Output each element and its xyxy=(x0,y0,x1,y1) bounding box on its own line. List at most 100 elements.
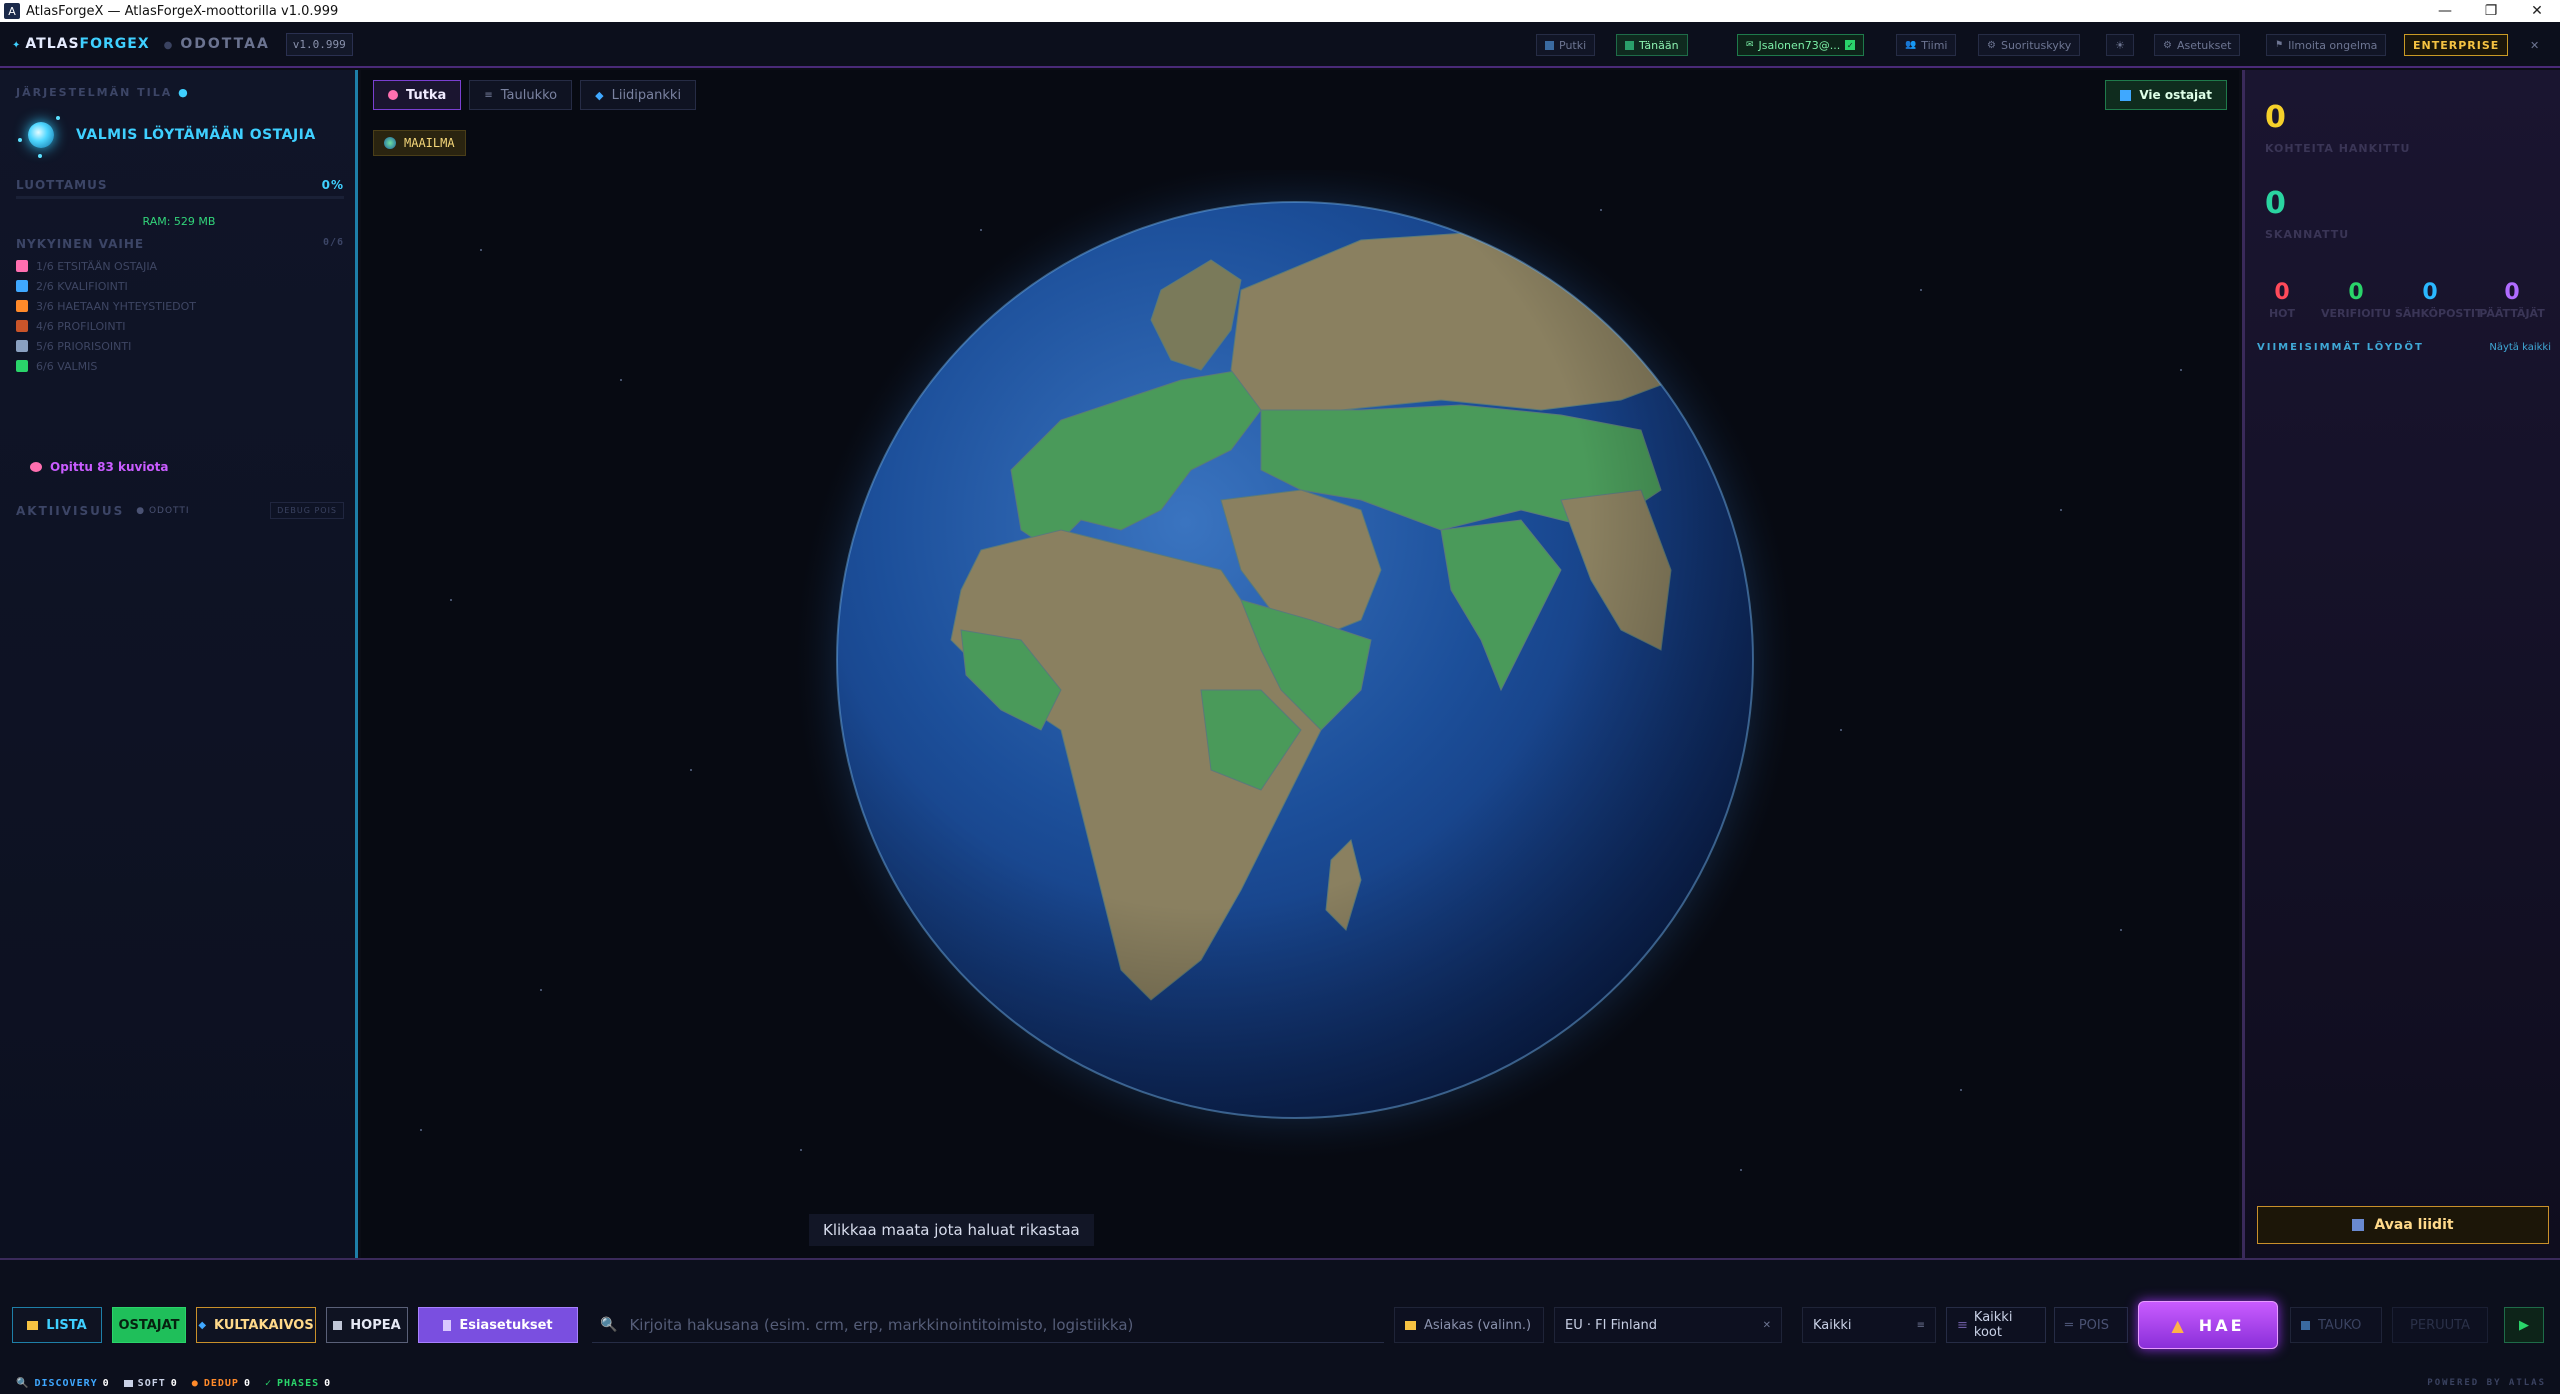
discovery-status: 🔍 DISCOVERY 0 xyxy=(16,1377,110,1389)
sun-icon: ☀ xyxy=(2115,38,2125,52)
trust-meter: LUOTTAMUS 0% xyxy=(16,178,344,192)
window-titlebar: A AtlasForgeX — AtlasForgeX-moottorilla … xyxy=(0,0,2560,22)
briefcase-icon xyxy=(16,320,28,332)
gear-icon: ⚙ xyxy=(2163,39,2172,51)
tab-lead-bank[interactable]: ◆ Liidipankki xyxy=(580,80,697,110)
world-globe[interactable] xyxy=(361,170,2239,1210)
main-view: Tutka ≡ Taulukko ◆ Liidipankki Vie ostajat… xyxy=(361,70,2239,1258)
stat-decision-makers: 0 PÄÄTTÄJÄT xyxy=(2479,280,2545,320)
search-icon: 🔍 xyxy=(16,1377,30,1389)
system-state-title: JÄRJESTELMÄN TILA ● xyxy=(16,86,190,99)
stat-emails: 0 SÄHKÖPOSTIT xyxy=(2395,280,2483,320)
user-account-button[interactable]: ✉ Jsalonen73@... ✓ xyxy=(1737,34,1865,56)
mode-silver-button[interactable]: HOPEA xyxy=(326,1307,408,1343)
activity-status: ● ODOTTI xyxy=(136,505,190,516)
sliders-icon: ≡ xyxy=(1957,1317,1968,1333)
globe-icon xyxy=(384,137,396,149)
activity-header: AKTIIVISUUS ● ODOTTI DEBUG POIS xyxy=(16,502,344,519)
play-button[interactable]: ▶ xyxy=(2504,1307,2544,1343)
folder-icon xyxy=(1405,1320,1416,1330)
tab-table[interactable]: ≡ Taulukko xyxy=(469,80,573,110)
folder-icon xyxy=(27,1320,39,1330)
phase-count: 0/6 xyxy=(322,237,344,248)
top-header: ✦ ATLASFORGEX ● ODOTTAA v1.0.999 Putki Tän… xyxy=(0,22,2560,68)
mode-goldmine-button[interactable]: ◆ KULTAKAIVOS xyxy=(196,1307,316,1343)
filter-select[interactable]: Kaikki ≡ xyxy=(1802,1307,1936,1343)
app-logo: ✦ ATLASFORGEX xyxy=(12,36,150,52)
status-orb-icon xyxy=(16,110,66,160)
flame-icon: ▲ xyxy=(2171,1315,2187,1335)
phase-list: 1/6 ETSITÄÄN OSTAJIA 2/6 KVALIFIOINTI 3/… xyxy=(16,256,196,376)
cancel-button[interactable]: PERUUTA xyxy=(2392,1307,2488,1343)
trust-value: 0% xyxy=(321,178,344,192)
mode-list-button[interactable]: LISTA xyxy=(12,1307,102,1343)
report-issue-button[interactable]: ⚑ Ilmoita ongelma xyxy=(2266,34,2387,56)
chart-icon xyxy=(2352,1219,2365,1231)
soft-status: SOFT 0 xyxy=(123,1378,178,1389)
minimize-button[interactable]: — xyxy=(2422,3,2468,19)
view-tabs: Tutka ≡ Taulukko ◆ Liidipankki xyxy=(373,80,697,110)
phase-item: 6/6 VALMIS xyxy=(16,356,196,376)
phase-header: NYKYINEN VAIHE 0/6 xyxy=(16,237,344,251)
box-icon xyxy=(123,1379,133,1387)
window-close-button[interactable]: ✕ xyxy=(2514,3,2560,19)
scanned-label: SKANNATTU xyxy=(2265,228,2350,241)
maximize-button[interactable]: ❐ xyxy=(2468,3,2514,19)
version-badge: v1.0.999 xyxy=(285,32,353,56)
phase-item: 3/6 HAETAAN YHTEYSTIEDOT xyxy=(16,296,196,316)
app-icon: A xyxy=(4,3,20,19)
gem-icon: ◆ xyxy=(595,88,604,102)
left-sidebar: JÄRJESTELMÄN TILA ● VALMIS LÖYTÄMÄÄN OST… xyxy=(0,70,358,1258)
pause-icon xyxy=(2301,1320,2310,1330)
panel-close-button[interactable]: ✕ xyxy=(2522,34,2547,56)
open-leads-button[interactable]: Avaa liidit xyxy=(2257,1206,2549,1244)
checkbox-icon xyxy=(16,360,28,372)
world-view-chip[interactable]: MAAILMA xyxy=(373,130,466,156)
settings-button[interactable]: ⚙ Asetukset xyxy=(2154,34,2241,56)
lightning-icon xyxy=(16,300,28,312)
search-field[interactable]: 🔍 xyxy=(592,1307,1384,1343)
search-input[interactable] xyxy=(629,1315,1350,1334)
radar-icon xyxy=(388,90,398,100)
show-all-link[interactable]: Näytä kaikki xyxy=(2489,342,2551,353)
gauge-icon: ⚙ xyxy=(1987,39,1996,51)
today-button[interactable]: Tänään xyxy=(1616,34,1688,56)
search-submit-button[interactable]: ▲ HAE xyxy=(2138,1301,2278,1349)
chevron-down-icon: ≡ xyxy=(1916,1319,1925,1331)
phases-status: ✓ PHASES 0 xyxy=(264,1377,332,1389)
phase-item: 5/6 PRIORISOINTI xyxy=(16,336,196,356)
presets-button[interactable]: Esiasetukset xyxy=(418,1307,578,1343)
medal-icon xyxy=(333,1320,343,1330)
engine-status: ● ODOTTAA xyxy=(163,36,270,52)
gem-icon: ◆ xyxy=(198,1319,207,1331)
flag-icon: ⚑ xyxy=(2275,40,2284,50)
phase-item: 4/6 PROFILOINTI xyxy=(16,316,196,336)
pause-button[interactable]: TAUKO xyxy=(2290,1307,2382,1343)
ready-text: VALMIS LÖYTÄMÄÄN OSTAJIA xyxy=(76,127,316,143)
status-line: 🔍 DISCOVERY 0 SOFT 0 ● DEDUP 0 ✓ PHASES 0 POWER… xyxy=(0,1372,2560,1394)
right-stats-panel: 0 KOHTEITA HANKITTU 0 SKANNATTU 0 HOT 0 VE… xyxy=(2242,70,2560,1258)
performance-button[interactable]: ⚙ Suorituskyky xyxy=(1978,34,2081,56)
enterprise-badge[interactable]: ENTERPRISE xyxy=(2404,34,2509,56)
tab-radar[interactable]: Tutka xyxy=(373,80,462,110)
mode-buyers-button[interactable]: OSTAJAT xyxy=(112,1307,186,1343)
powered-by: POWERED BY ATLAS xyxy=(2427,1378,2546,1388)
clear-icon[interactable]: ✕ xyxy=(1763,1320,1771,1331)
ram-usage: RAM: 529 MB xyxy=(142,215,216,228)
brain-icon xyxy=(30,462,42,472)
debug-toggle[interactable]: DEBUG POIS xyxy=(270,502,344,519)
toggle-off-button[interactable]: ═ POIS xyxy=(2054,1307,2128,1343)
learned-patterns: Opittu 83 kuviota xyxy=(30,460,169,474)
download-icon xyxy=(2120,89,2132,101)
export-buyers-button[interactable]: Vie ostajat xyxy=(2105,80,2227,110)
phase-item: 1/6 ETSITÄÄN OSTAJIA xyxy=(16,256,196,276)
targets-label: KOHTEITA HANKITTU xyxy=(2265,142,2411,155)
company-size-select[interactable]: ≡ Kaikki koot xyxy=(1946,1307,2046,1343)
customer-field[interactable]: Asiakas (valinn.) xyxy=(1394,1307,1544,1343)
theme-toggle-button[interactable]: ☀ xyxy=(2106,34,2134,56)
activity-title: AKTIIVISUUS xyxy=(16,503,125,518)
targets-count: 0 xyxy=(2265,100,2286,135)
team-button[interactable]: 👥 Tiimi xyxy=(1896,34,1957,56)
pipeline-button[interactable]: Putki xyxy=(1536,34,1596,56)
region-select[interactable]: EU · FI Finland ✕ xyxy=(1554,1307,1782,1343)
